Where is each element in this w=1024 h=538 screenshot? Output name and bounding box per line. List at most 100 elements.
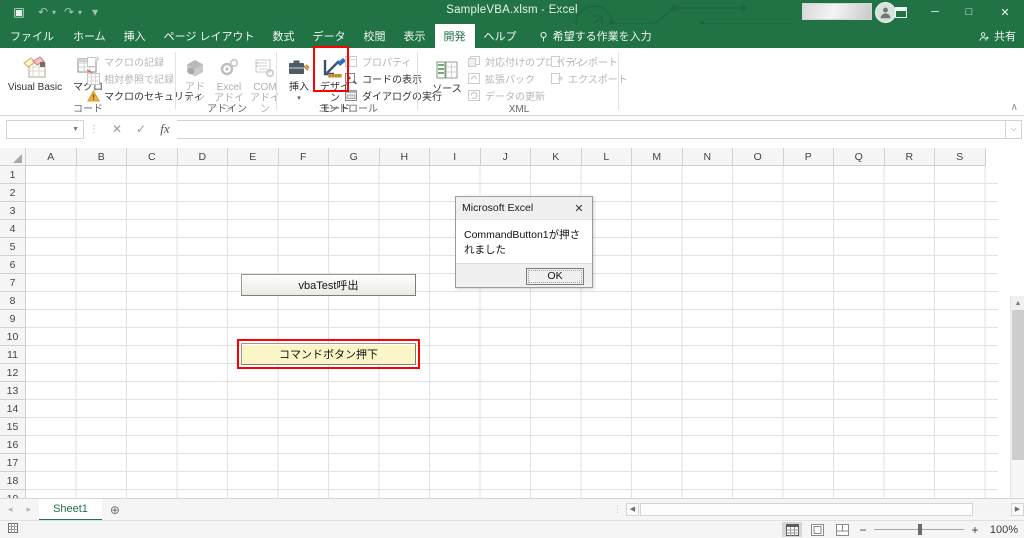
ribbon-group-xml-label: XML bbox=[508, 104, 530, 115]
column-header-R[interactable]: R bbox=[884, 148, 935, 166]
row-header-2[interactable]: 2 bbox=[0, 184, 26, 202]
tab-file[interactable]: ファイル bbox=[0, 24, 64, 48]
minimize-button[interactable]: ─ bbox=[918, 0, 952, 24]
column-header-L[interactable]: L bbox=[581, 148, 632, 166]
column-header-O[interactable]: O bbox=[733, 148, 784, 166]
row-header-4[interactable]: 4 bbox=[0, 220, 26, 238]
sheet-next-icon[interactable]: ▸ bbox=[15, 504, 32, 515]
visual-basic-button[interactable]: Visual Basic bbox=[4, 50, 66, 93]
column-header-F[interactable]: F bbox=[278, 148, 329, 166]
redo-dropdown-icon[interactable]: ▾ bbox=[78, 8, 82, 17]
zoom-slider-thumb[interactable] bbox=[918, 524, 922, 535]
column-header-N[interactable]: N bbox=[682, 148, 733, 166]
row-header-1[interactable]: 1 bbox=[0, 166, 26, 184]
zoom-level-label[interactable]: 100% bbox=[986, 524, 1018, 536]
zoom-in-button[interactable]: + bbox=[969, 523, 981, 537]
redo-icon[interactable]: ↷ bbox=[58, 2, 80, 22]
tab-page-layout[interactable]: ページ レイアウト bbox=[155, 24, 264, 48]
collapse-ribbon-icon[interactable]: ∧ bbox=[1011, 102, 1018, 113]
row-header-8[interactable]: 8 bbox=[0, 292, 26, 310]
undo-dropdown-icon[interactable]: ▾ bbox=[52, 8, 56, 17]
zoom-out-button[interactable]: − bbox=[857, 523, 869, 537]
share-button[interactable]: 共有 bbox=[979, 24, 1016, 48]
tab-view[interactable]: 表示 bbox=[395, 24, 435, 48]
column-header-I[interactable]: I bbox=[430, 148, 481, 166]
close-button[interactable]: ✕ bbox=[986, 0, 1024, 24]
sheet-prev-icon[interactable]: ◂ bbox=[8, 504, 13, 515]
formula-bar-grip[interactable]: ⋮ bbox=[84, 124, 105, 135]
macro-record-status-icon[interactable] bbox=[0, 522, 21, 537]
scroll-left-icon[interactable]: ◀ bbox=[626, 502, 639, 516]
row-header-16[interactable]: 16 bbox=[0, 436, 26, 454]
name-box[interactable]: ▼ bbox=[6, 119, 84, 139]
customize-qat-icon[interactable]: ▾ bbox=[84, 2, 106, 22]
horizontal-scroll-track[interactable] bbox=[640, 502, 1010, 516]
save-icon[interactable]: ▣ bbox=[8, 2, 30, 22]
column-header-M[interactable]: M bbox=[632, 148, 683, 166]
row-header-15[interactable]: 15 bbox=[0, 418, 26, 436]
column-header-K[interactable]: K bbox=[531, 148, 582, 166]
column-header-D[interactable]: D bbox=[177, 148, 228, 166]
row-header-17[interactable]: 17 bbox=[0, 454, 26, 472]
tab-developer[interactable]: 開発 bbox=[434, 24, 475, 51]
column-header-P[interactable]: P bbox=[783, 148, 834, 166]
row-header-9[interactable]: 9 bbox=[0, 310, 26, 328]
column-header-S[interactable]: S bbox=[935, 148, 986, 166]
sheet-tab-sheet1[interactable]: Sheet1 bbox=[39, 498, 102, 521]
tell-me-box[interactable]: ⚲ 希望する作業を入力 bbox=[526, 24, 652, 48]
xml-source-button[interactable]: ソース bbox=[427, 52, 467, 95]
scroll-up-icon[interactable]: ▲ bbox=[1011, 296, 1024, 310]
dialog-ok-button[interactable]: OK bbox=[526, 267, 584, 285]
select-all-button[interactable] bbox=[0, 148, 26, 166]
column-header-G[interactable]: G bbox=[329, 148, 380, 166]
row-header-5[interactable]: 5 bbox=[0, 238, 26, 256]
view-normal-button[interactable] bbox=[782, 522, 802, 537]
dialog-close-icon[interactable]: ✕ bbox=[566, 198, 592, 218]
expand-formula-bar-icon[interactable]: ⌵ bbox=[1006, 119, 1022, 139]
insert-function-button[interactable]: fx bbox=[153, 120, 177, 139]
row-header-11[interactable]: 11 bbox=[0, 346, 26, 364]
row-header-13[interactable]: 13 bbox=[0, 382, 26, 400]
horizontal-scrollbar[interactable]: ⋮ ◀ ▶ bbox=[609, 498, 1024, 520]
command-button[interactable]: コマンドボタン押下 bbox=[241, 343, 416, 365]
tab-formulas[interactable]: 数式 bbox=[264, 24, 304, 48]
tab-home[interactable]: ホーム bbox=[64, 24, 115, 48]
view-page-layout-button[interactable] bbox=[807, 522, 827, 537]
column-header-E[interactable]: E bbox=[228, 148, 279, 166]
chevron-down-icon[interactable]: ▼ bbox=[72, 126, 79, 133]
horizontal-scroll-thumb[interactable] bbox=[640, 502, 973, 516]
tab-data[interactable]: データ bbox=[304, 24, 355, 48]
scroll-right-icon[interactable]: ▶ bbox=[1011, 502, 1024, 516]
cancel-entry-button[interactable]: ✕ bbox=[105, 120, 129, 139]
add-sheet-icon[interactable]: ⊕ bbox=[102, 503, 128, 517]
row-header-12[interactable]: 12 bbox=[0, 364, 26, 382]
refresh-data-button[interactable]: データの更新 bbox=[467, 87, 584, 104]
export-button[interactable]: エクスポート bbox=[550, 70, 628, 87]
column-header-H[interactable]: H bbox=[379, 148, 430, 166]
row-header-6[interactable]: 6 bbox=[0, 256, 26, 274]
column-header-B[interactable]: B bbox=[76, 148, 127, 166]
vertical-scroll-thumb[interactable] bbox=[1012, 310, 1024, 460]
scrollbar-grip[interactable]: ⋮ bbox=[609, 504, 626, 515]
column-header-A[interactable]: A bbox=[26, 148, 77, 166]
column-header-Q[interactable]: Q bbox=[834, 148, 885, 166]
tab-insert[interactable]: 挿入 bbox=[115, 24, 155, 48]
column-header-J[interactable]: J bbox=[480, 148, 531, 166]
row-header-7[interactable]: 7 bbox=[0, 274, 26, 292]
tab-help[interactable]: ヘルプ bbox=[475, 24, 526, 48]
column-header-C[interactable]: C bbox=[127, 148, 178, 166]
confirm-entry-button[interactable]: ✓ bbox=[129, 120, 153, 139]
row-header-14[interactable]: 14 bbox=[0, 400, 26, 418]
import-button[interactable]: インポート bbox=[550, 53, 628, 70]
row-header-18[interactable]: 18 bbox=[0, 472, 26, 490]
undo-icon[interactable]: ↶ bbox=[32, 2, 54, 22]
formula-input[interactable] bbox=[177, 119, 1006, 139]
maximize-button[interactable]: □ bbox=[952, 0, 986, 24]
view-page-break-button[interactable] bbox=[832, 522, 852, 537]
vbatest-button[interactable]: vbaTest呼出 bbox=[241, 274, 416, 296]
ribbon-display-options-icon[interactable] bbox=[884, 0, 918, 24]
row-header-10[interactable]: 10 bbox=[0, 328, 26, 346]
zoom-slider[interactable] bbox=[874, 524, 964, 535]
row-header-3[interactable]: 3 bbox=[0, 202, 26, 220]
tab-review[interactable]: 校閲 bbox=[355, 24, 395, 48]
